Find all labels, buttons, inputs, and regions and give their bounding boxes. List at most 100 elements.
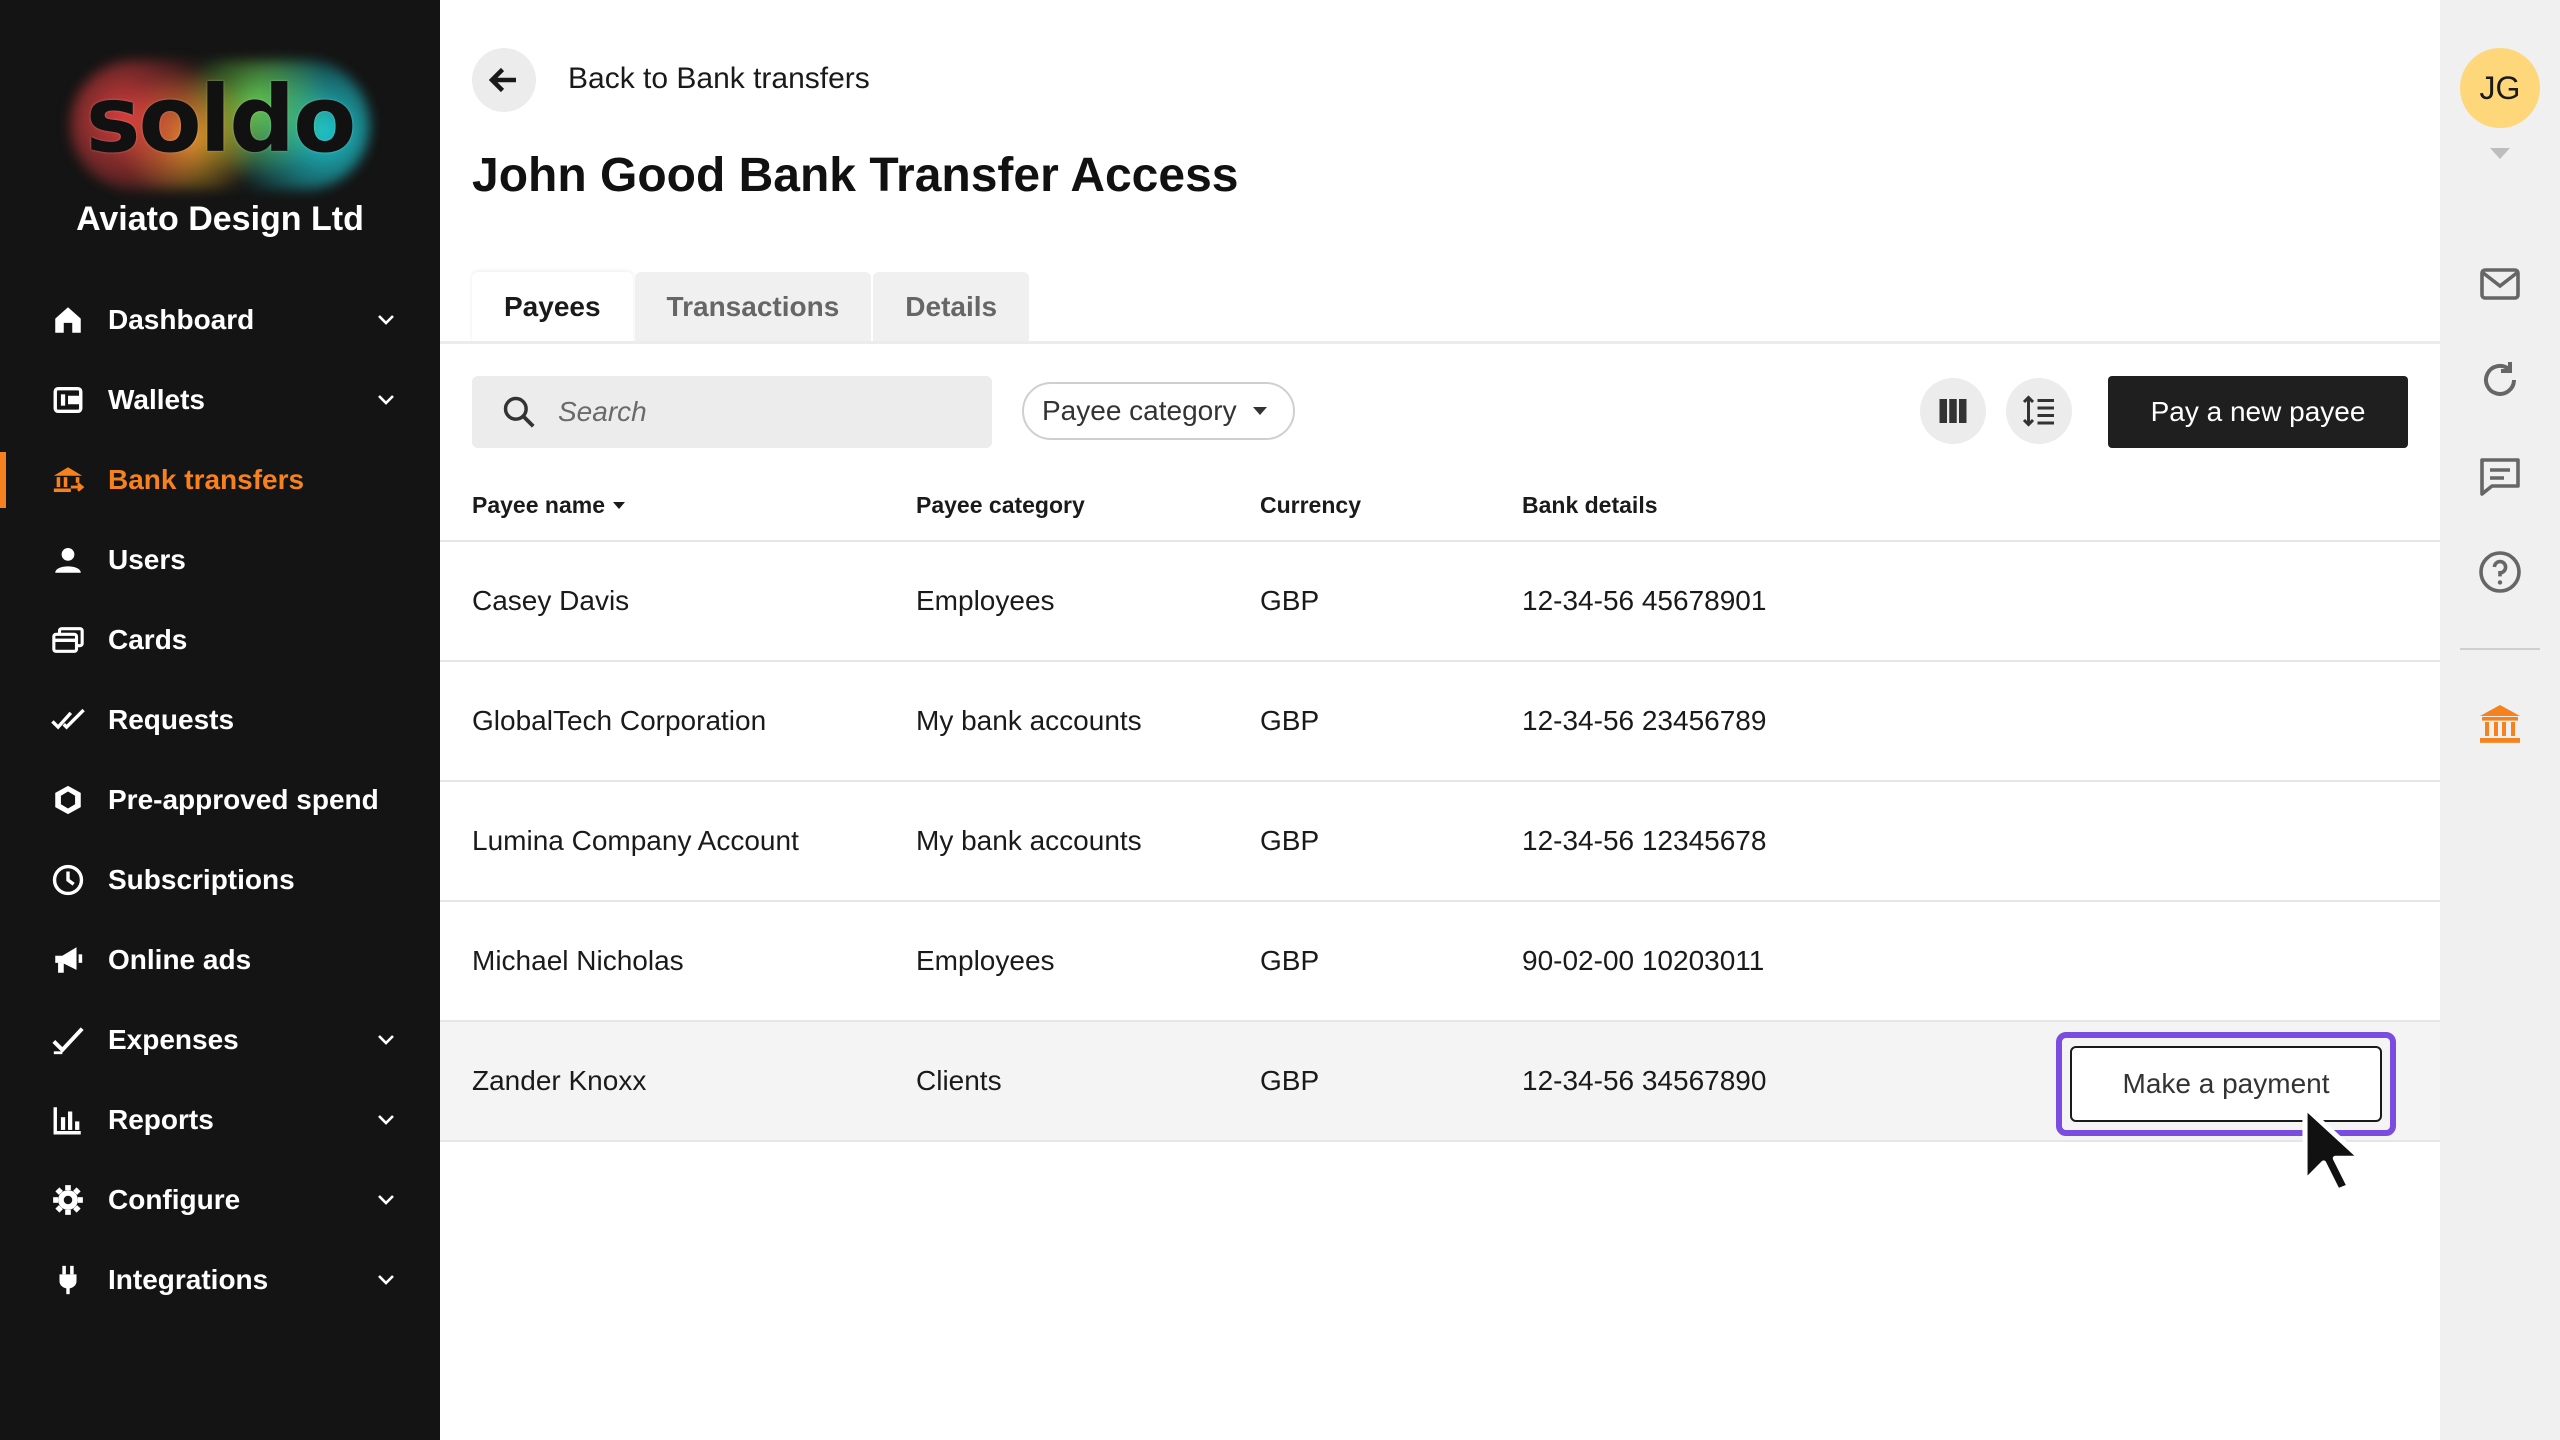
payee-bank-details: 12-34-56 45678901 — [1522, 585, 1767, 616]
sidebar-item-bank-transfers[interactable]: Bank transfers — [0, 440, 440, 520]
sidebar-item-label: Online ads — [108, 944, 252, 975]
search-box[interactable] — [472, 376, 992, 448]
refresh-icon[interactable] — [2476, 356, 2524, 404]
column-header-label: Payee name — [472, 491, 605, 518]
sidebar-item-reports[interactable]: Reports — [0, 1080, 440, 1160]
payee-category: My bank accounts — [916, 825, 1142, 856]
back-button[interactable] — [472, 48, 536, 112]
sidebar-item-requests[interactable]: Requests — [0, 680, 440, 760]
chevron-down-icon[interactable] — [374, 1108, 398, 1132]
chevron-down-icon[interactable] — [374, 388, 398, 412]
sidebar-item-label: Configure — [108, 1184, 241, 1215]
table-row[interactable]: Zander Knoxx Clients GBP 12-34-56 345678… — [440, 1022, 2440, 1142]
tab-divider — [440, 341, 2440, 344]
sidebar-item-online-ads[interactable]: Online ads — [0, 920, 440, 1000]
sidebar-item-label: Bank transfers — [108, 464, 305, 495]
sidebar-item-integrations[interactable]: Integrations — [0, 1240, 440, 1320]
main-content: Back to Bank transfers John Good Bank Tr… — [440, 0, 2440, 1440]
payee-name: Lumina Company Account — [472, 825, 799, 856]
gear-icon — [50, 1182, 86, 1218]
back-link[interactable]: Back to Bank transfers — [568, 62, 870, 96]
table-row[interactable]: GlobalTech Corporation My bank accounts … — [440, 662, 2440, 782]
cards-icon — [50, 622, 86, 658]
payee-category: Clients — [916, 1065, 1002, 1096]
payee-currency: GBP — [1260, 825, 1320, 856]
sidebar-item-label: Dashboard — [108, 304, 255, 335]
row-density-button[interactable] — [2006, 378, 2072, 444]
mail-icon[interactable] — [2476, 260, 2524, 308]
chevron-down-icon[interactable] — [374, 1028, 398, 1052]
sidebar-item-label: Reports — [108, 1104, 214, 1135]
wallet-icon — [50, 382, 86, 418]
sidebar-item-cards[interactable]: Cards — [0, 600, 440, 680]
sidebar-item-expenses[interactable]: Expenses — [0, 1000, 440, 1080]
table-row[interactable]: Casey Davis Employees GBP 12-34-56 45678… — [440, 542, 2440, 662]
tab-details[interactable]: Details — [873, 272, 1030, 342]
filter-label: Payee category — [1042, 395, 1237, 426]
shield-icon — [50, 782, 86, 818]
table-row[interactable]: Michael Nicholas Employees GBP 90-02-00 … — [440, 902, 2440, 1022]
payee-bank-details: 12-34-56 34567890 — [1522, 1065, 1767, 1096]
mouse-cursor-icon — [2302, 1104, 2364, 1194]
table-row[interactable]: Lumina Company Account My bank accounts … — [440, 782, 2440, 902]
column-header-payee-category: Payee category — [916, 491, 1085, 518]
sort-caret-icon — [612, 501, 625, 509]
sidebar-nav: Dashboard Wallets Bank transfers Users C… — [0, 280, 440, 1320]
sidebar-item-label: Cards — [108, 624, 188, 655]
sidebar-item-subscriptions[interactable]: Subscriptions — [0, 840, 440, 920]
company-name[interactable]: Aviato Design Ltd — [0, 200, 440, 239]
sidebar-item-dashboard[interactable]: Dashboard — [0, 280, 440, 360]
caret-down-icon — [1252, 407, 1267, 415]
sidebar-item-label: Integrations — [108, 1264, 269, 1295]
payee-category: Employees — [916, 585, 1055, 616]
sidebar-item-configure[interactable]: Configure — [0, 1160, 440, 1240]
home-icon — [50, 302, 86, 338]
tab-payees[interactable]: Payees — [472, 272, 633, 342]
pay-new-payee-button[interactable]: Pay a new payee — [2108, 376, 2408, 448]
payee-category-filter[interactable]: Payee category — [1022, 382, 1295, 440]
tab-transactions[interactable]: Transactions — [634, 272, 872, 342]
sidebar-item-wallets[interactable]: Wallets — [0, 360, 440, 440]
user-icon — [50, 542, 86, 578]
arrow-left-icon — [488, 67, 516, 93]
check-icon — [50, 1022, 86, 1058]
bank-icon[interactable] — [2476, 700, 2524, 748]
payee-bank-details: 90-02-00 10203011 — [1522, 945, 1765, 976]
sidebar: soldo Aviato Design Ltd Dashboard Wallet… — [0, 0, 440, 1440]
columns-icon — [1939, 399, 1967, 423]
payee-currency: GBP — [1260, 1065, 1320, 1096]
sidebar-item-label: Users — [108, 544, 186, 575]
sidebar-item-label: Pre-approved spend — [108, 784, 379, 815]
payee-currency: GBP — [1260, 945, 1320, 976]
logo-text: soldo — [85, 66, 357, 173]
search-input[interactable] — [558, 396, 958, 428]
sidebar-item-users[interactable]: Users — [0, 520, 440, 600]
caret-down-icon[interactable] — [2490, 148, 2510, 159]
search-icon — [503, 396, 535, 428]
help-icon[interactable] — [2476, 548, 2524, 596]
chevron-down-icon[interactable] — [374, 308, 398, 332]
payee-bank-details: 12-34-56 23456789 — [1522, 705, 1767, 736]
column-header-payee-name[interactable]: Payee name — [472, 492, 625, 519]
sidebar-item-label: Expenses — [108, 1024, 239, 1055]
chevron-down-icon[interactable] — [374, 1268, 398, 1292]
chevron-down-icon[interactable] — [374, 1188, 398, 1212]
column-header-bank-details: Bank details — [1522, 491, 1658, 518]
megaphone-icon — [50, 942, 86, 978]
right-rail: JG — [2440, 0, 2560, 1440]
avatar[interactable]: JG — [2460, 48, 2540, 128]
payee-name: Zander Knoxx — [472, 1065, 647, 1096]
payee-category: Employees — [916, 945, 1055, 976]
chat-icon[interactable] — [2476, 452, 2524, 500]
payee-name: Casey Davis — [472, 585, 630, 616]
clock-icon — [50, 862, 86, 898]
sidebar-item-pre-approved-spend[interactable]: Pre-approved spend — [0, 760, 440, 840]
line-spacing-icon — [2022, 395, 2054, 427]
sidebar-item-label: Requests — [108, 704, 235, 735]
payees-table: Payee name Payee category Currency Bank … — [440, 470, 2440, 1142]
sidebar-item-label: Wallets — [108, 384, 205, 415]
tab-bar: Payees Transactions Details — [472, 272, 1031, 342]
payee-name: GlobalTech Corporation — [472, 705, 767, 736]
columns-button[interactable] — [1920, 378, 1986, 444]
soldo-logo[interactable]: soldo — [60, 55, 380, 195]
